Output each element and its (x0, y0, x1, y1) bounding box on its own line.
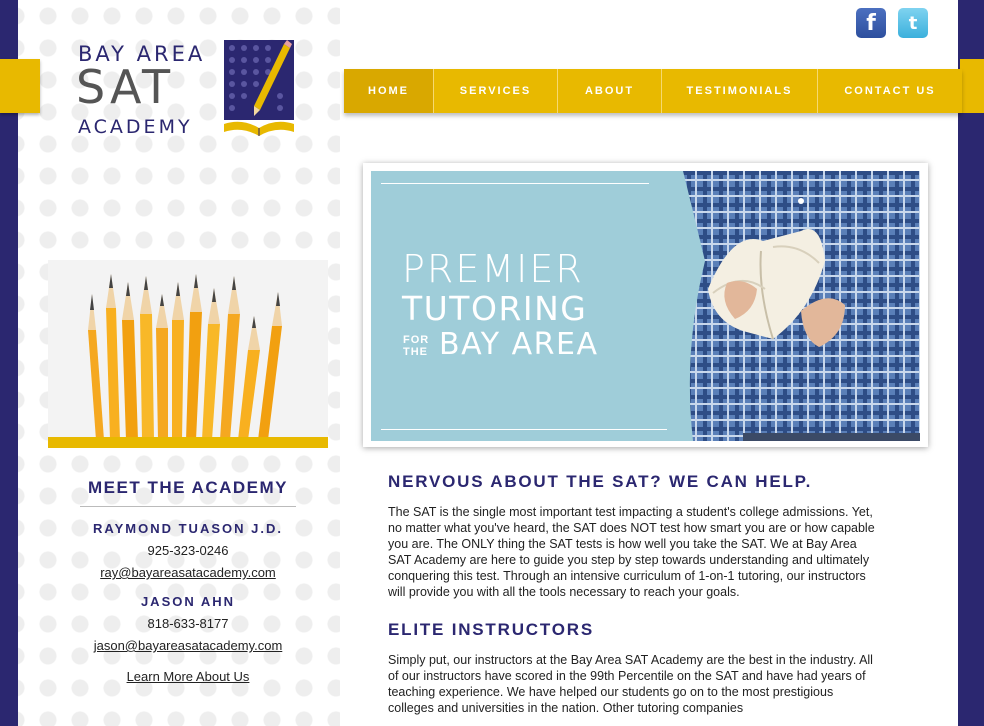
logo-line-academy: ACADEMY (78, 116, 193, 138)
meet-the-academy-section: MEET THE ACADEMY RAYMOND TUASON J.D. 925… (48, 478, 328, 686)
nav-contact-us[interactable]: CONTACT US (818, 69, 962, 113)
hero-the: THE (403, 346, 428, 358)
meet-the-academy-title: MEET THE ACADEMY (80, 478, 296, 507)
main-nav: HOME SERVICES ABOUT TESTIMONIALS CONTACT… (344, 69, 962, 113)
hero-banner[interactable]: PREMIER TUTORING FOR THE BAY AREA (371, 171, 920, 441)
hero-for: FOR (403, 334, 430, 346)
nav-testimonials[interactable]: TESTIMONIALS (662, 69, 818, 113)
nav-services[interactable]: SERVICES (434, 69, 558, 113)
person-email-link[interactable]: ray@bayareasatacademy.com (100, 565, 276, 580)
person-phone: 925-323-0246 (147, 543, 229, 558)
paragraph-instructors: Simply put, our instructors at the Bay A… (388, 653, 873, 715)
person-name: JASON AHN (140, 594, 236, 609)
facebook-icon[interactable]: f (856, 8, 886, 38)
hero-title-bay-area: BAY AREA (439, 327, 599, 362)
heading-nervous: NERVOUS ABOUT THE SAT? WE CAN HELP. (388, 472, 813, 491)
site-logo[interactable]: BAY AREA SAT ACADEMY (76, 38, 298, 142)
heading-elite-instructors: ELITE INSTRUCTORS (388, 620, 594, 639)
person-name: RAYMOND TUASON J.D. (93, 521, 283, 536)
learn-more-link[interactable]: Learn More About Us (127, 669, 250, 684)
pencil-book-logo-icon (224, 40, 294, 136)
pencils-image (48, 260, 328, 448)
nav-about[interactable]: ABOUT (558, 69, 662, 113)
right-accent-tab (960, 59, 984, 113)
left-accent-tab (0, 59, 40, 113)
person-email-link[interactable]: jason@bayareasatacademy.com (94, 638, 283, 653)
student-reading-book-image (683, 171, 920, 441)
pencils-accent-bar (48, 437, 328, 448)
logo-line-sat: SAT (76, 60, 175, 114)
twitter-icon[interactable]: t (898, 8, 928, 38)
hero-title-premier: PREMIER (402, 247, 584, 291)
nav-home[interactable]: HOME (344, 69, 434, 113)
hero-for-the: FOR THE (403, 334, 429, 358)
paragraph-intro: The SAT is the single most important tes… (388, 505, 875, 599)
hero-top-rule (381, 183, 649, 184)
hero-title-tutoring: TUTORING (402, 289, 588, 328)
main-content: NERVOUS ABOUT THE SAT? WE CAN HELP. The … (388, 472, 882, 716)
person-phone: 818-633-8177 (147, 616, 229, 631)
